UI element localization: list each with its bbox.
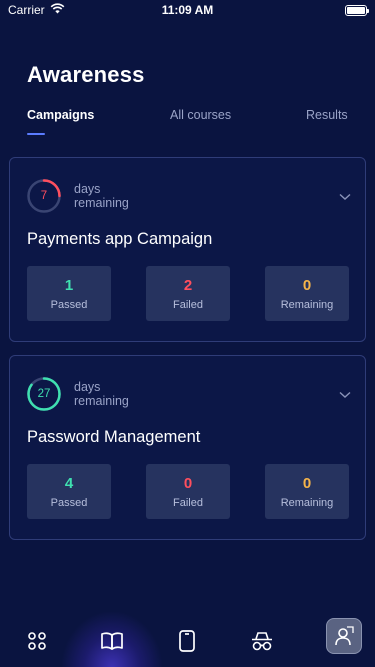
campaign-card[interactable]: 27 days remaining Password Management 4 … bbox=[9, 355, 366, 540]
campaign-stats: 4 Passed 0 Failed 0 Remaining bbox=[27, 464, 349, 519]
tab-all-courses[interactable]: All courses bbox=[170, 108, 231, 122]
spy-icon[interactable] bbox=[249, 628, 275, 654]
status-left: Carrier bbox=[8, 3, 65, 17]
stat-label: Failed bbox=[173, 496, 203, 509]
stat-label: Failed bbox=[173, 298, 203, 311]
days-remaining-label: days remaining bbox=[74, 380, 129, 408]
book-icon[interactable] bbox=[99, 628, 125, 654]
stat-value: 0 bbox=[302, 276, 312, 294]
user-badge-icon[interactable] bbox=[326, 618, 362, 654]
campaign-title: Password Management bbox=[27, 428, 201, 446]
campaign-card[interactable]: 7 days remaining Payments app Campaign 1… bbox=[9, 157, 366, 342]
carrier-label: Carrier bbox=[8, 3, 45, 17]
wifi-icon bbox=[50, 3, 65, 17]
stat-value: 2 bbox=[183, 276, 193, 294]
bottom-nav bbox=[0, 612, 375, 667]
days-count: 27 bbox=[37, 388, 51, 400]
chevron-down-icon[interactable] bbox=[339, 188, 351, 206]
chevron-down-icon[interactable] bbox=[339, 386, 351, 404]
tab-active-indicator bbox=[27, 133, 45, 135]
stat-value: 1 bbox=[64, 276, 74, 294]
tab-campaigns[interactable]: Campaigns bbox=[27, 108, 94, 122]
stat-value: 0 bbox=[302, 474, 312, 492]
stat-label: Passed bbox=[50, 298, 88, 311]
tab-bar: Campaigns All courses Results bbox=[0, 108, 375, 138]
stat-remaining: 0 Remaining bbox=[265, 464, 349, 519]
campaign-title: Payments app Campaign bbox=[27, 230, 213, 248]
days-remaining-ring: 7 bbox=[26, 178, 62, 214]
phone-icon[interactable] bbox=[174, 628, 200, 654]
stat-remaining: 0 Remaining bbox=[265, 266, 349, 321]
campaign-header: 27 days remaining bbox=[26, 376, 129, 412]
battery-icon bbox=[345, 4, 369, 16]
stat-value: 4 bbox=[64, 474, 74, 492]
page-title: Awareness bbox=[27, 62, 145, 87]
stat-value: 0 bbox=[183, 474, 193, 492]
stat-failed: 0 Failed bbox=[146, 464, 230, 519]
stat-label: Remaining bbox=[280, 298, 334, 311]
days-remaining-ring: 27 bbox=[26, 376, 62, 412]
stat-passed: 1 Passed bbox=[27, 266, 111, 321]
grid-icon[interactable] bbox=[24, 628, 50, 654]
days-remaining-label: days remaining bbox=[74, 182, 129, 210]
tab-results[interactable]: Results bbox=[306, 108, 348, 122]
campaign-stats: 1 Passed 2 Failed 0 Remaining bbox=[27, 266, 349, 321]
stat-passed: 4 Passed bbox=[27, 464, 111, 519]
days-count: 7 bbox=[40, 190, 48, 202]
campaign-header: 7 days remaining bbox=[26, 178, 129, 214]
stat-label: Passed bbox=[50, 496, 88, 509]
status-bar: Carrier 11:09 AM bbox=[0, 0, 375, 20]
stat-failed: 2 Failed bbox=[146, 266, 230, 321]
stat-label: Remaining bbox=[280, 496, 334, 509]
